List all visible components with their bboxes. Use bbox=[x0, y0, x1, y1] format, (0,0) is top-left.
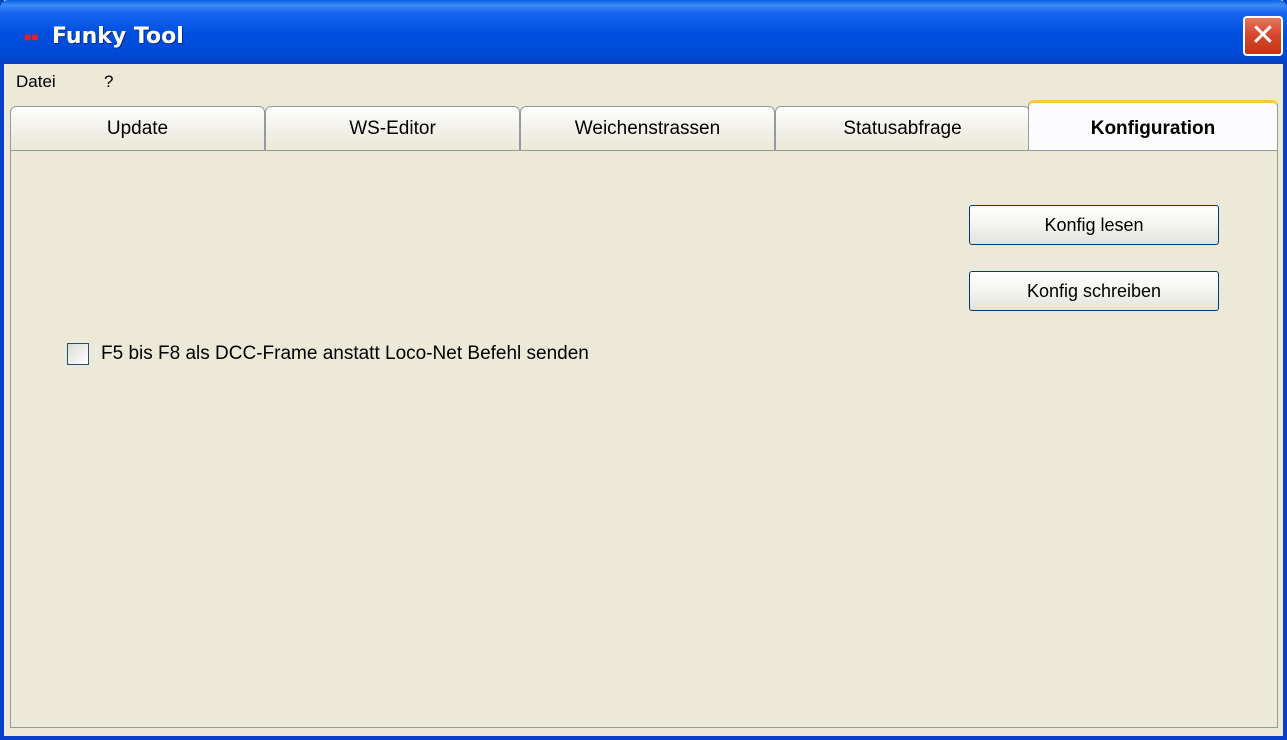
dcc-frame-checkbox[interactable] bbox=[67, 343, 89, 365]
window-title: Funky Tool bbox=[52, 24, 184, 49]
window-bottom-edge bbox=[4, 728, 1283, 736]
main-window: ■■ Funky Tool ✕ Datei ? Update WS-Editor… bbox=[0, 0, 1287, 740]
tab-weichenstrassen[interactable]: Weichenstrassen bbox=[520, 106, 775, 150]
close-icon: ✕ bbox=[1250, 19, 1276, 52]
menu-help[interactable]: ? bbox=[104, 72, 113, 92]
close-button[interactable]: ✕ bbox=[1243, 16, 1283, 56]
menu-datei[interactable]: Datei bbox=[16, 72, 56, 92]
tab-konfiguration[interactable]: Konfiguration bbox=[1028, 100, 1278, 152]
tab-update[interactable]: Update bbox=[10, 106, 265, 150]
title-bar[interactable]: ■■ Funky Tool ✕ bbox=[0, 0, 1287, 64]
tab-ws-editor[interactable]: WS-Editor bbox=[265, 106, 520, 150]
menu-bar: Datei ? bbox=[4, 64, 1283, 100]
konfig-lesen-button[interactable]: Konfig lesen bbox=[969, 205, 1219, 245]
dcc-frame-checkbox-label[interactable]: F5 bis F8 als DCC-Frame anstatt Loco-Net… bbox=[101, 343, 589, 365]
konfig-schreiben-button[interactable]: Konfig schreiben bbox=[969, 271, 1219, 311]
app-icon: ■■ bbox=[24, 30, 39, 44]
konfiguration-panel: Konfig lesen Konfig schreiben F5 bis F8 … bbox=[10, 150, 1278, 728]
tab-strip: Update WS-Editor Weichenstrassen Statusa… bbox=[4, 100, 1283, 152]
tab-statusabfrage[interactable]: Statusabfrage bbox=[775, 106, 1030, 150]
